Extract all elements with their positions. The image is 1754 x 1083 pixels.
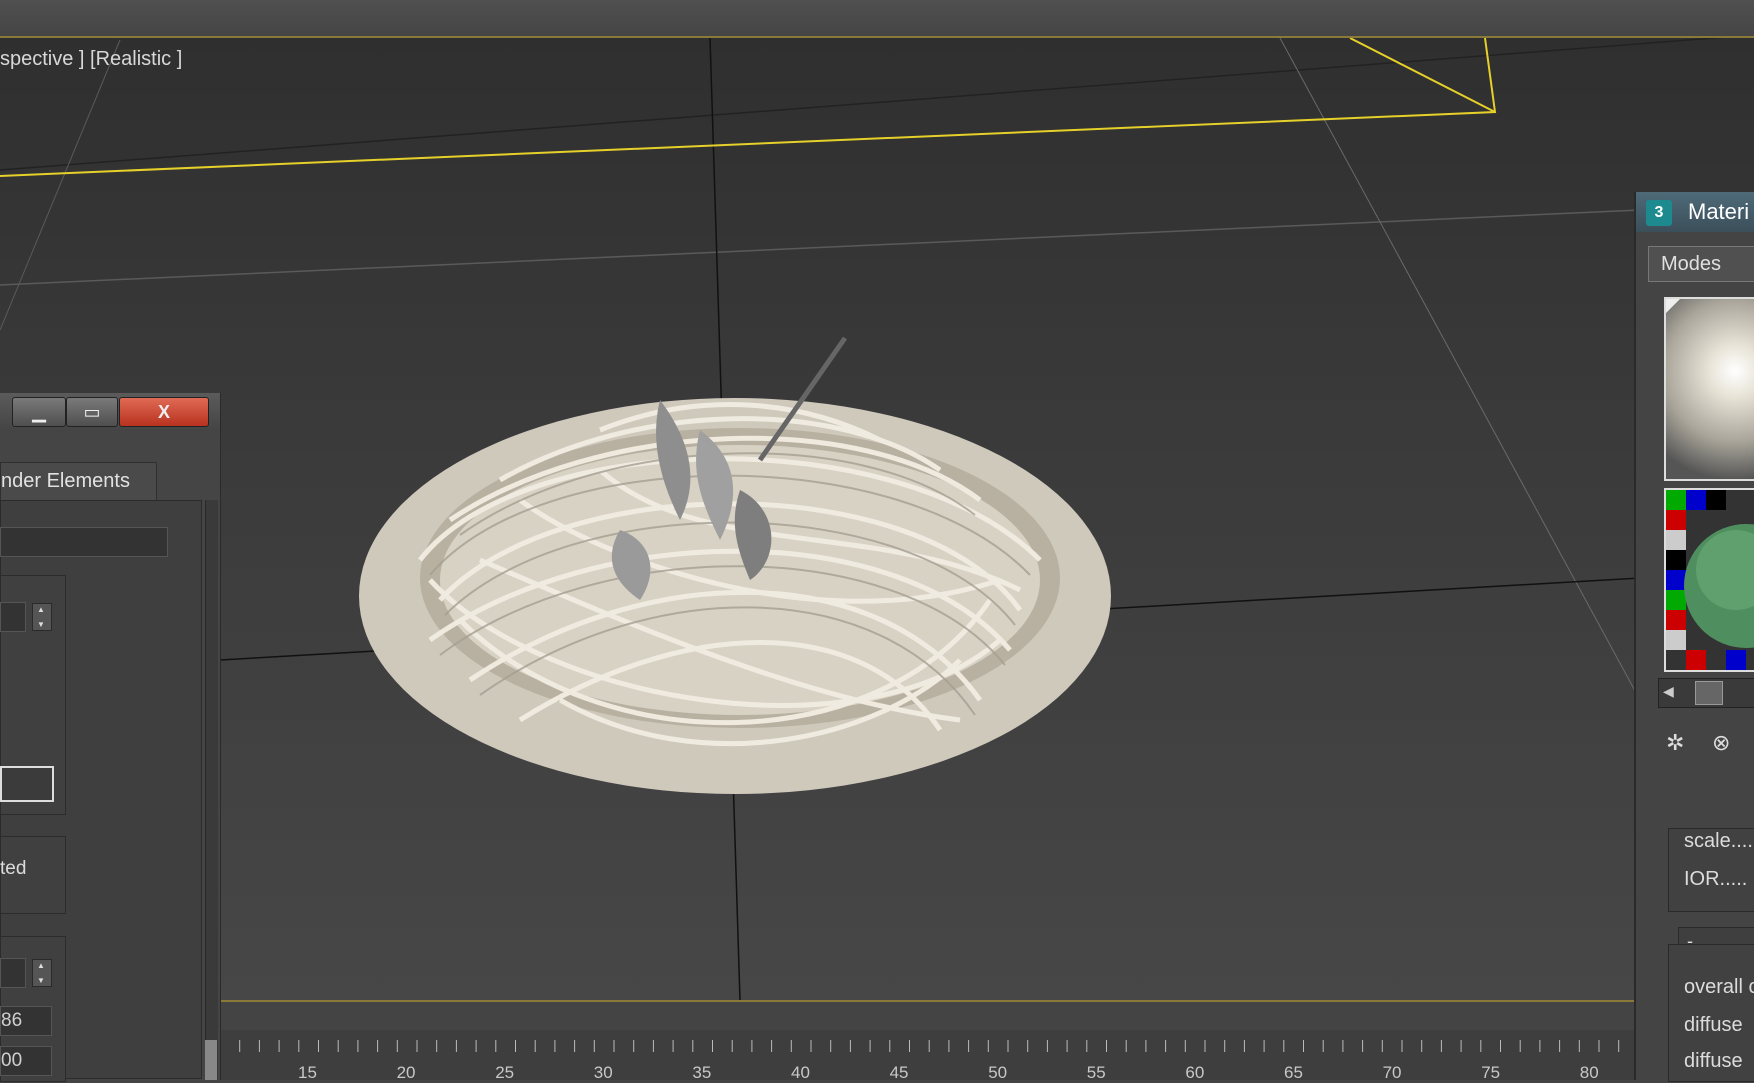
param-ior[interactable]: IOR.....	[1684, 868, 1747, 891]
menu-modes-label: Modes	[1661, 253, 1722, 275]
close-button[interactable]: X	[119, 397, 209, 427]
spinner-field-1[interactable]	[0, 602, 26, 632]
spinner-arrows-1[interactable]	[32, 603, 52, 631]
ruler-label: 55	[1086, 1063, 1106, 1082]
menu-modes[interactable]: Modes	[1648, 246, 1754, 282]
value-field-1[interactable]: 86	[0, 1006, 52, 1036]
ruler-label: 60	[1185, 1063, 1205, 1082]
dialog-scrollbar[interactable]	[205, 500, 218, 1080]
top-toolbar	[0, 0, 1754, 38]
minimize-button[interactable]: ▁	[12, 397, 66, 427]
ruler-label: 20	[396, 1063, 416, 1082]
viewport-scene	[0, 38, 1725, 1000]
spinner-arrows-2[interactable]	[32, 959, 52, 987]
ruler-label: 50	[988, 1063, 1008, 1082]
close-icon: X	[157, 402, 170, 422]
ruler-label: 80	[1579, 1063, 1599, 1082]
value-field-2[interactable]: 00	[0, 1046, 52, 1076]
ruler-label: 65	[1284, 1063, 1303, 1082]
material-slot-2[interactable]	[1664, 488, 1754, 672]
ruler-label: 75	[1481, 1063, 1501, 1082]
maximize-icon: ▭	[83, 402, 101, 422]
timeline-track[interactable]	[220, 1000, 1635, 1002]
slot-corner-icon	[1666, 299, 1680, 313]
dialog-titlebar[interactable]: ▁ ▭ X	[0, 393, 220, 431]
material-editor-title: Materi	[1688, 199, 1750, 224]
put-to-scene-icon[interactable]: ⊗	[1712, 730, 1742, 760]
dialog-scroll-thumb[interactable]	[205, 1040, 217, 1080]
text-input-field[interactable]	[0, 766, 54, 802]
ruler-label: 25	[495, 1063, 515, 1082]
ruler-label: 40	[791, 1063, 810, 1082]
spinner-field-2[interactable]	[0, 958, 26, 988]
checkbox-label[interactable]: ted	[0, 858, 26, 880]
param-diffuse-1[interactable]: diffuse	[1684, 1014, 1743, 1037]
material-editor-titlebar[interactable]: 3 Materi	[1636, 192, 1754, 232]
ruler-label: 30	[593, 1063, 613, 1082]
maximize-button[interactable]: ▭	[66, 397, 118, 427]
time-ruler[interactable]	[220, 1030, 1635, 1080]
name-field[interactable]	[0, 527, 168, 557]
perspective-viewport[interactable]	[0, 38, 1754, 1000]
param-diffuse-2[interactable]: diffuse	[1684, 1050, 1743, 1073]
param-scale[interactable]: scale....	[1684, 830, 1753, 853]
checker-background	[1666, 490, 1754, 670]
material-editor-window: 3 Materi Modes ◀ ✲ ⊗ scale.... IOR..... …	[1634, 192, 1754, 1082]
ruler-label: 35	[692, 1063, 712, 1082]
scroll-left-icon[interactable]: ◀	[1663, 683, 1674, 700]
slot-scrollbar[interactable]: ◀	[1658, 678, 1754, 708]
minimize-icon: ▁	[32, 402, 46, 422]
param-overall[interactable]: overall c	[1684, 976, 1754, 999]
ruler-label: 70	[1382, 1063, 1402, 1082]
get-material-icon[interactable]: ✲	[1666, 730, 1696, 760]
ruler-ticks	[220, 1040, 1620, 1052]
material-slot-1[interactable]	[1664, 297, 1754, 481]
ruler-label: 45	[889, 1063, 909, 1082]
viewport-label[interactable]: spective ] [Realistic ]	[0, 48, 182, 71]
3ds-logo-icon: 3	[1646, 200, 1672, 226]
tab-render-elements[interactable]: nder Elements	[0, 462, 157, 500]
slot-scroll-knob[interactable]	[1695, 681, 1723, 705]
ruler-label: 15	[298, 1063, 317, 1082]
